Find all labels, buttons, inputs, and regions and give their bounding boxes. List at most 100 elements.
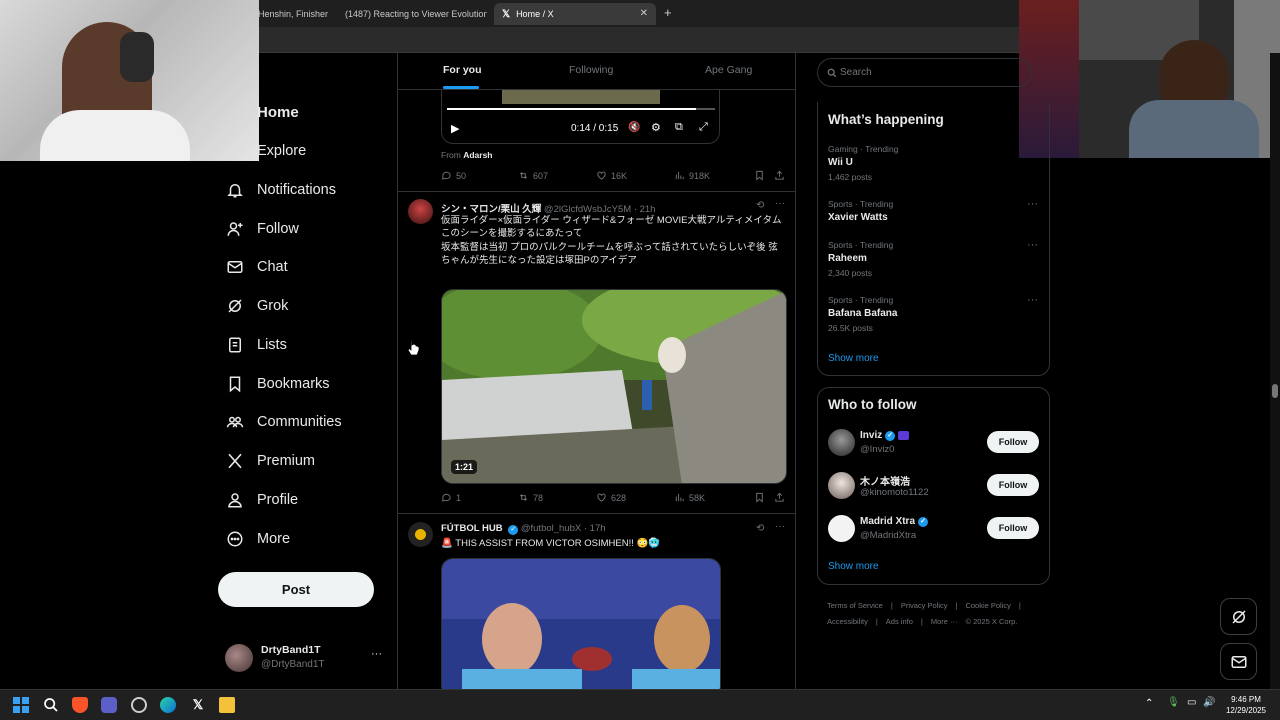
video-progress-track[interactable] xyxy=(447,108,715,110)
microphone-icon[interactable]: 🎙 xyxy=(1167,697,1180,708)
bookmark-button[interactable] xyxy=(754,170,769,181)
footer-link[interactable]: Terms of Service xyxy=(827,601,883,610)
hand-cursor-icon xyxy=(408,340,420,356)
obs-icon[interactable] xyxy=(131,697,147,713)
footer-link[interactable]: More ··· xyxy=(931,617,958,626)
scrollbar-track[interactable] xyxy=(1270,53,1280,689)
footer-link[interactable]: Cookie Policy xyxy=(965,601,1010,610)
nav-follow[interactable]: Follow xyxy=(226,214,299,244)
trend-more-icon[interactable]: ··· xyxy=(1027,294,1038,306)
brave-browser-icon[interactable] xyxy=(72,697,88,713)
grok-icon[interactable]: ⟲ xyxy=(756,523,764,534)
post-button[interactable]: Post xyxy=(218,572,374,607)
trend-name[interactable]: Raheem xyxy=(828,253,867,264)
repost-button[interactable]: 607 xyxy=(518,170,548,181)
suggested-user-name[interactable]: Inviz ✓ xyxy=(860,430,910,441)
grok-button[interactable] xyxy=(1220,598,1257,635)
tweet-author-name[interactable]: FÚTBOL HUB xyxy=(441,523,503,534)
close-icon[interactable]: ✕ xyxy=(640,8,648,19)
tweet-more-icon[interactable]: ··· xyxy=(775,521,785,532)
like-button[interactable]: 628 xyxy=(596,492,626,503)
follow-button[interactable]: Follow xyxy=(987,474,1039,496)
tab-for-you[interactable]: For you xyxy=(443,64,482,76)
more-circle-icon xyxy=(227,531,243,547)
edge-icon[interactable] xyxy=(160,697,176,713)
footer-link[interactable]: Privacy Policy xyxy=(901,601,948,610)
tweet-text: 仮面ライダー×仮面ライダー ウィザード&フォーゼ MOVIE大戦アルティメイタム… xyxy=(441,215,782,267)
suggested-user-name[interactable]: 木ノ本嶺浩 xyxy=(860,473,910,488)
show-more-link[interactable]: Show more xyxy=(828,353,879,364)
search-box[interactable]: Search xyxy=(817,58,1032,87)
clock[interactable]: 9:46 PM 12/29/2025 xyxy=(1218,694,1274,716)
show-more-link[interactable]: Show more xyxy=(828,561,879,572)
bookmark-button[interactable] xyxy=(754,492,769,503)
tweet-video[interactable] xyxy=(441,558,721,689)
nav-explore[interactable]: Explore xyxy=(226,136,306,166)
tab-following[interactable]: Following xyxy=(569,64,613,76)
chevron-up-icon[interactable]: ⌃ xyxy=(1145,698,1153,709)
new-tab-button[interactable]: + xyxy=(664,5,672,20)
footer-link[interactable]: Accessibility xyxy=(827,617,868,626)
views-button[interactable]: 58K xyxy=(674,492,705,503)
file-explorer-icon[interactable] xyxy=(219,697,235,713)
reply-button[interactable]: 50 xyxy=(441,170,466,181)
follow-button[interactable]: Follow xyxy=(987,517,1039,539)
trend-posts: 1,462 posts xyxy=(828,172,872,182)
reply-button[interactable]: 1 xyxy=(441,492,461,503)
play-icon[interactable]: ▶ xyxy=(451,122,459,135)
nav-grok[interactable]: Grok xyxy=(226,291,288,321)
grok-icon[interactable]: ⟲ xyxy=(756,200,764,211)
nav-notifications[interactable]: Notifications xyxy=(226,175,336,205)
messages-button[interactable] xyxy=(1220,643,1257,680)
nav-lists[interactable]: Lists xyxy=(226,330,287,360)
share-button[interactable] xyxy=(774,492,789,503)
views-button[interactable]: 918K xyxy=(674,170,710,181)
avatar[interactable] xyxy=(408,522,433,547)
settings-icon[interactable]: ⚙ xyxy=(651,121,661,134)
follow-button[interactable]: Follow xyxy=(987,431,1039,453)
trend-name[interactable]: Xavier Watts xyxy=(828,212,888,223)
fullscreen-icon[interactable]: ⤢ xyxy=(699,121,708,134)
browser-tab[interactable]: Henshin, Finisher xyxy=(258,3,334,25)
network-icon[interactable]: ▭ xyxy=(1187,697,1196,708)
teams-icon[interactable] xyxy=(101,697,117,713)
windows-start-icon[interactable] xyxy=(13,697,29,713)
browser-tab-active[interactable]: 𝕏 Home / X ✕ xyxy=(494,3,656,25)
avatar[interactable] xyxy=(828,429,855,456)
trend-more-icon[interactable]: ··· xyxy=(1027,239,1038,251)
nav-communities[interactable]: Communities xyxy=(226,407,342,437)
account-switcher[interactable]: DrtyBand1T @DrtyBand1T ··· xyxy=(225,642,385,676)
x-app-icon[interactable]: 𝕏 xyxy=(190,697,206,713)
tab-ape-gang[interactable]: Ape Gang xyxy=(705,64,752,76)
tweet-video[interactable]: 1:21 xyxy=(441,289,787,484)
nav-profile[interactable]: Profile xyxy=(226,485,298,515)
like-button[interactable]: 16K xyxy=(596,170,627,181)
repost-button[interactable]: 78 xyxy=(518,492,543,503)
scrollbar-thumb[interactable] xyxy=(1272,384,1278,398)
share-button[interactable] xyxy=(774,170,789,181)
trend-more-icon[interactable]: ··· xyxy=(1027,198,1038,210)
mute-icon[interactable]: 🔇 xyxy=(628,122,640,133)
video-frame xyxy=(502,90,660,104)
suggested-user-name[interactable]: Madrid Xtra ✓ xyxy=(860,516,929,527)
volume-icon[interactable]: 🔊 xyxy=(1203,697,1215,708)
trend-name[interactable]: Wii U xyxy=(828,157,853,168)
trend-name[interactable]: Bafana Bafana xyxy=(828,308,897,319)
avatar[interactable] xyxy=(408,199,433,224)
browser-tab[interactable]: (1487) Reacting to Viewer Evolutions xyxy=(337,3,487,25)
video-player[interactable]: ▶ 0:14 / 0:15 🔇 ⚙ ⧉ ⤢ xyxy=(441,90,720,144)
tweet-more-icon[interactable]: ··· xyxy=(775,198,785,209)
search-icon[interactable] xyxy=(43,697,59,713)
nav-premium[interactable]: Premium xyxy=(226,446,315,476)
nav-home[interactable]: Home xyxy=(226,97,299,127)
nav-more[interactable]: More xyxy=(226,524,290,554)
avatar[interactable] xyxy=(828,472,855,499)
tweet-author-handle[interactable]: @futbol_hubX xyxy=(521,523,581,534)
tweet-time[interactable]: · 17h xyxy=(584,523,606,534)
avatar[interactable] xyxy=(828,515,855,542)
pip-icon[interactable]: ⧉ xyxy=(675,121,683,134)
footer-link[interactable]: Ads info xyxy=(886,617,913,626)
nav-chat[interactable]: Chat xyxy=(226,252,288,282)
nav-bookmarks[interactable]: Bookmarks xyxy=(226,369,330,399)
search-input[interactable]: Search xyxy=(840,67,872,78)
